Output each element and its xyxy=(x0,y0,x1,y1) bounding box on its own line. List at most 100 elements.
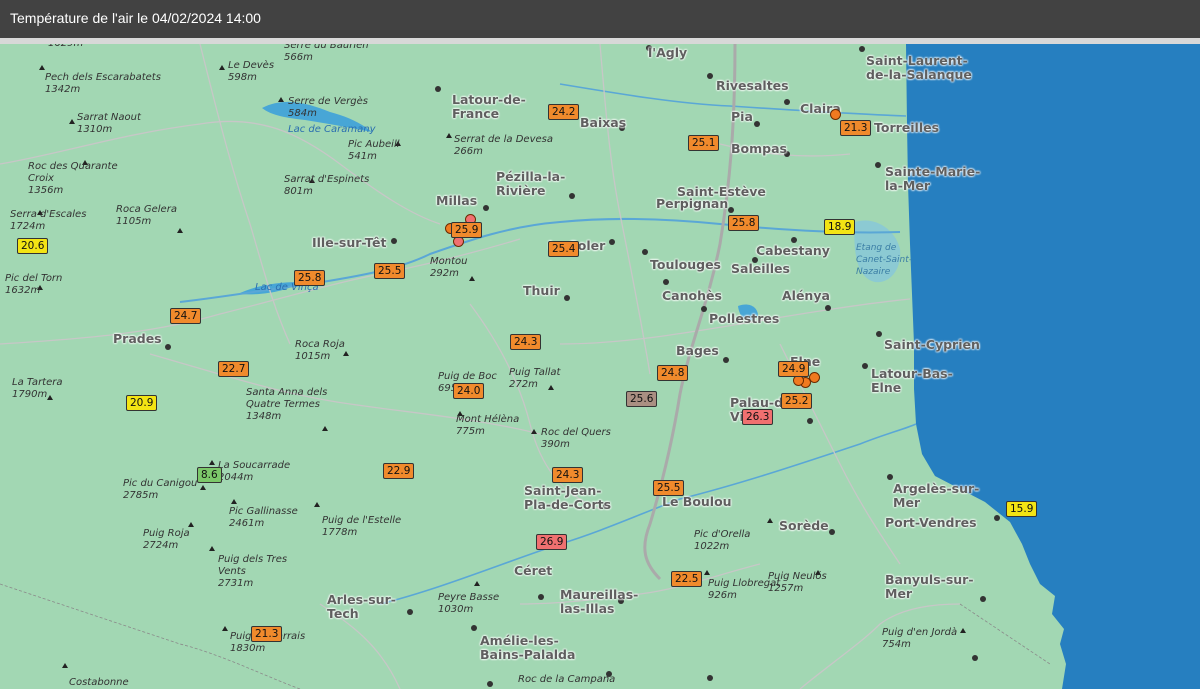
town-millas[interactable]: Millas xyxy=(436,194,477,208)
station-marker[interactable] xyxy=(830,109,841,120)
temperature-badge[interactable]: 25.4 xyxy=(548,241,580,257)
town-saint-cyprien[interactable]: Saint-Cyprien xyxy=(884,338,980,352)
peak-icon xyxy=(188,522,194,527)
town-dot xyxy=(972,655,978,661)
title-bar: Température de l'air le 04/02/2024 14:00 xyxy=(0,0,1200,38)
peak-label: Pech dels Escarabatets 1342m xyxy=(45,72,161,95)
town-latour-de-france[interactable]: Latour-de- France xyxy=(452,93,526,121)
town-pia[interactable]: Pia xyxy=(731,110,753,124)
town-latour-bas-elne[interactable]: Latour-Bas- Elne xyxy=(871,367,953,395)
temperature-badge[interactable]: 25.5 xyxy=(653,480,685,496)
town-torreilles[interactable]: Torreilles xyxy=(874,121,939,135)
town-dot xyxy=(569,193,575,199)
peak-icon xyxy=(200,485,206,490)
temperature-value: 22.7 xyxy=(222,363,246,375)
town-lagly[interactable]: l'Agly xyxy=(648,46,687,60)
town-ceret[interactable]: Céret xyxy=(514,564,552,578)
map-canvas[interactable]: l'Agly Saint-Laurent-de-la-Salanque Rive… xyxy=(0,44,1200,689)
map-title: Température de l'air le 04/02/2024 14:00 xyxy=(10,10,261,26)
town-pezilla[interactable]: Pézilla-la- Rivière xyxy=(496,170,565,198)
town-le-boulou[interactable]: Le Boulou xyxy=(662,495,732,509)
peak-label: Roca Gelera 1105m xyxy=(116,204,177,227)
temperature-badge[interactable]: 24.0 xyxy=(453,383,485,399)
town-dot xyxy=(483,205,489,211)
peak-label: La Soucarrade 2044m xyxy=(218,460,291,483)
town-bompas[interactable]: Bompas xyxy=(731,142,787,156)
town-dot xyxy=(471,625,477,631)
town-dot xyxy=(538,594,544,600)
town-dot xyxy=(754,121,760,127)
lake-label-caramany: Lac de Caramany xyxy=(288,124,376,135)
town-prades[interactable]: Prades xyxy=(113,332,162,346)
peak-icon xyxy=(960,628,966,633)
temperature-badge[interactable]: 25.9 xyxy=(451,222,483,238)
town-saint-jean[interactable]: Saint-Jean- Pla-de-Corts xyxy=(524,484,611,512)
town-dot xyxy=(876,331,882,337)
temperature-badge[interactable]: 22.9 xyxy=(383,463,415,479)
temperature-badge[interactable]: 21.3 xyxy=(840,120,872,136)
temperature-badge[interactable]: 25.5 xyxy=(374,263,406,279)
peak-label: Pic del Torn 1632m xyxy=(5,273,63,296)
temperature-badge[interactable]: 25.8 xyxy=(728,215,760,231)
town-amelie[interactable]: Amélie-les- Bains-Palalda xyxy=(480,634,575,662)
temperature-badge[interactable]: 18.9 xyxy=(824,219,856,235)
temperature-badge[interactable]: 24.7 xyxy=(170,308,202,324)
town-arles-sur-tech[interactable]: Arles-sur- Tech xyxy=(327,593,396,621)
temperature-value: 24.3 xyxy=(514,336,538,348)
town-perpignan[interactable]: Perpignan xyxy=(656,197,728,211)
town-toulouges[interactable]: Toulouges xyxy=(650,258,721,272)
peak-icon xyxy=(446,133,452,138)
town-bages[interactable]: Bages xyxy=(676,344,719,358)
town-canohes[interactable]: Canohès xyxy=(662,289,722,303)
town-dot xyxy=(723,357,729,363)
temperature-badge[interactable]: 22.7 xyxy=(218,361,250,377)
temperature-value: 24.3 xyxy=(556,469,580,481)
town-dot xyxy=(862,363,868,369)
peak-icon xyxy=(222,626,228,631)
town-alenya[interactable]: Alénya xyxy=(782,289,830,303)
temperature-badge[interactable]: 22.5 xyxy=(671,571,703,587)
temperature-badge[interactable]: 24.2 xyxy=(548,104,580,120)
town-maureillas[interactable]: Maureillas-las-Illas xyxy=(560,588,638,616)
temperature-badge[interactable]: 15.9 xyxy=(1006,501,1038,517)
temperature-badge[interactable]: 20.9 xyxy=(126,395,158,411)
temperature-value: 20.9 xyxy=(130,397,154,409)
town-saint-laurent[interactable]: Saint-Laurent-de-la-Salanque xyxy=(866,54,972,82)
temperature-badge[interactable]: 8.6 xyxy=(197,467,222,483)
temperature-badge[interactable]: 24.3 xyxy=(510,334,542,350)
town-ille-sur-tet[interactable]: Ille-sur-Têt xyxy=(312,236,386,250)
temperature-value: 22.9 xyxy=(387,465,411,477)
town-dot xyxy=(807,418,813,424)
town-pollestres[interactable]: Pollestres xyxy=(709,312,779,326)
temperature-badge[interactable]: 26.3 xyxy=(742,409,774,425)
town-rivesaltes[interactable]: Rivesaltes xyxy=(716,79,789,93)
town-dot xyxy=(407,609,413,615)
temperature-badge[interactable]: 24.3 xyxy=(552,467,584,483)
town-port-vendres[interactable]: Port-Vendres xyxy=(885,516,977,530)
peak-label: Sarrat d'Espinets 801m xyxy=(284,174,370,197)
temperature-value: 25.2 xyxy=(785,395,809,407)
peak-label: Puig Roja 2724m xyxy=(143,528,190,551)
temperature-badge[interactable]: 25.2 xyxy=(781,393,813,409)
temperature-badge[interactable]: 25.1 xyxy=(688,135,720,151)
peak-icon xyxy=(278,97,284,102)
peak-label: Pic Aubeill 541m xyxy=(348,139,400,162)
town-sorede[interactable]: Sorède xyxy=(779,519,829,533)
town-baixas[interactable]: Baixas xyxy=(580,116,626,130)
temperature-badge[interactable]: 25.6 xyxy=(626,391,658,407)
temperature-badge[interactable]: 21.3 xyxy=(251,626,283,642)
town-cabestany[interactable]: Cabestany xyxy=(756,244,830,258)
temperature-badge[interactable]: 24.8 xyxy=(657,365,689,381)
town-thuir[interactable]: Thuir xyxy=(523,284,560,298)
temperature-value: 25.5 xyxy=(378,265,402,277)
town-saleilles[interactable]: Saleilles xyxy=(731,262,790,276)
town-argeles[interactable]: Argelès-sur- Mer xyxy=(893,482,979,510)
temperature-badge[interactable]: 25.8 xyxy=(294,270,326,286)
temperature-badge[interactable]: 26.9 xyxy=(536,534,568,550)
temperature-value: 20.6 xyxy=(21,240,45,252)
town-sainte-marie[interactable]: Sainte-Marie-la-Mer xyxy=(885,165,980,193)
peak-label: Serre de Vergès 584m xyxy=(288,96,368,119)
temperature-badge[interactable]: 24.9 xyxy=(778,361,810,377)
temperature-badge[interactable]: 20.6 xyxy=(17,238,49,254)
town-banyuls[interactable]: Banyuls-sur- Mer xyxy=(885,573,974,601)
